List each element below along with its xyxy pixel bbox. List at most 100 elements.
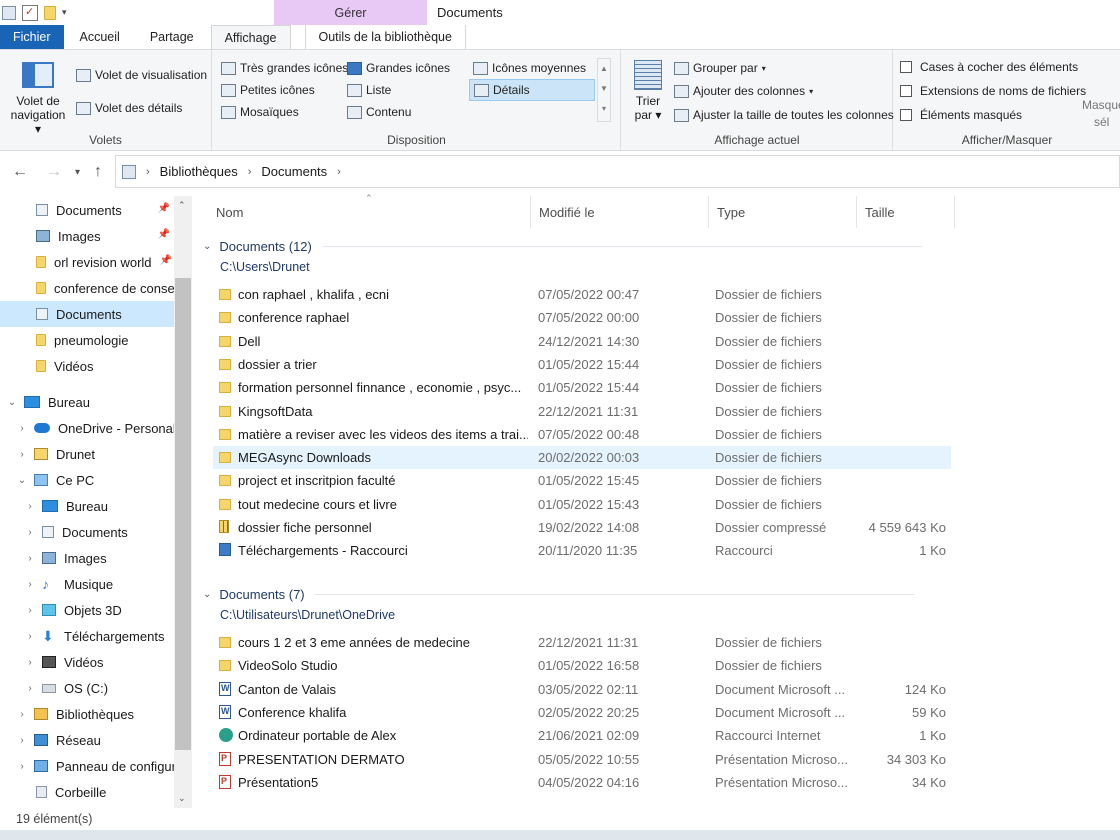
file-row[interactable]: tout medecine cours et livre 01/05/2022 1… bbox=[213, 493, 951, 516]
properties-icon[interactable]: ✓ bbox=[22, 4, 38, 21]
file-row[interactable]: cours 1 2 et 3 eme années de medecine 22/… bbox=[213, 631, 951, 654]
tree-pc-downloads[interactable]: › ⬇ Téléchargements bbox=[0, 623, 174, 649]
quick-access-documents-library[interactable]: Documents bbox=[0, 301, 174, 327]
file-row[interactable]: Téléchargements - Raccourci 20/11/2020 11… bbox=[213, 539, 951, 562]
scroll-up-icon[interactable]: ⌃ bbox=[178, 200, 186, 211]
chevron-right-icon[interactable]: › bbox=[337, 166, 341, 178]
navigation-pane-button[interactable]: Volet de navigation ▾ bbox=[8, 58, 68, 136]
scroll-down-icon[interactable]: ⌄ bbox=[178, 793, 186, 804]
tree-pc-videos[interactable]: › Vidéos bbox=[0, 649, 174, 675]
layout-small-icons[interactable]: Petites icônes bbox=[221, 83, 315, 97]
group-header[interactable]: ⌄ Documents (12) bbox=[203, 236, 922, 256]
layout-medium-icons[interactable]: Icônes moyennes bbox=[473, 61, 586, 75]
tree-pc-3d-objects[interactable]: › Objets 3D bbox=[0, 597, 174, 623]
pin-icon[interactable]: 📌 bbox=[158, 203, 170, 214]
chevron-right-icon[interactable]: › bbox=[24, 553, 36, 564]
address-bar[interactable]: › Bibliothèques › Documents › bbox=[115, 155, 1120, 188]
file-row[interactable]: formation personnel finnance , economie … bbox=[213, 376, 951, 399]
file-row[interactable]: Dell 24/12/2021 14:30 Dossier de fichiers bbox=[213, 330, 951, 353]
quick-access-orl[interactable]: orl revision world 📌 bbox=[0, 249, 174, 275]
quick-access-pneumologie[interactable]: pneumologie bbox=[0, 327, 174, 353]
quick-access-conference[interactable]: conference de conse bbox=[0, 275, 174, 301]
tree-pc-desktop[interactable]: › Bureau bbox=[0, 493, 174, 519]
file-row[interactable]: conference raphael 07/05/2022 00:00 Dossie… bbox=[213, 306, 951, 329]
file-row[interactable]: matière a reviser avec les videos des it… bbox=[213, 423, 951, 446]
new-folder-icon[interactable] bbox=[44, 5, 56, 20]
chevron-down-icon[interactable]: ⌄ bbox=[6, 397, 18, 408]
file-row[interactable]: Ordinateur portable de Alex 21/06/2021 02… bbox=[213, 724, 951, 747]
file-row[interactable]: con raphael , khalifa , ecni 07/05/2022 0… bbox=[213, 283, 951, 306]
hidden-items-toggle[interactable]: Éléments masqués bbox=[900, 108, 1022, 122]
chevron-right-icon[interactable]: › bbox=[16, 761, 28, 772]
tab-view[interactable]: Affichage bbox=[210, 25, 291, 49]
context-tab-manage[interactable]: Gérer bbox=[274, 0, 427, 25]
tree-control-panel[interactable]: › Panneau de configur bbox=[0, 753, 174, 779]
layout-tiles[interactable]: Mosaïques bbox=[221, 105, 299, 119]
layout-details[interactable]: Détails bbox=[469, 79, 595, 101]
layout-list[interactable]: Liste bbox=[347, 83, 391, 97]
column-header-modified[interactable]: Modifié le bbox=[531, 196, 709, 228]
chevron-down-icon[interactable]: ⌄ bbox=[203, 241, 211, 252]
chevron-right-icon[interactable]: › bbox=[16, 709, 28, 720]
layout-content[interactable]: Contenu bbox=[347, 105, 411, 119]
file-row[interactable]: W Canton de Valais 03/05/2022 02:11 Documen… bbox=[213, 678, 951, 701]
chevron-down-icon[interactable]: ⌄ bbox=[16, 475, 28, 486]
chevron-right-icon[interactable]: › bbox=[24, 605, 36, 616]
quick-access-documents[interactable]: Documents 📌 bbox=[0, 197, 174, 223]
file-row[interactable]: MEGAsync Downloads 20/02/2022 00:03 Dossie… bbox=[213, 446, 951, 469]
up-arrow-icon[interactable]: ↑ bbox=[94, 163, 102, 181]
chevron-right-icon[interactable]: › bbox=[24, 527, 36, 538]
file-extensions-toggle[interactable]: Extensions de noms de fichiers bbox=[900, 84, 1086, 98]
column-header-name[interactable]: Nom bbox=[208, 196, 531, 228]
checkbox[interactable] bbox=[900, 61, 912, 73]
chevron-right-icon[interactable]: › bbox=[24, 579, 36, 590]
pin-icon[interactable]: 📌 bbox=[160, 255, 172, 266]
chevron-right-icon[interactable]: › bbox=[16, 735, 28, 746]
fit-columns-button[interactable]: Ajuster la taille de toutes les colonnes bbox=[674, 108, 894, 122]
file-row[interactable]: P PRESENTATION DERMATO 05/05/2022 10:55 Pré… bbox=[213, 748, 951, 771]
tree-recycle-bin[interactable]: Corbeille bbox=[0, 779, 174, 805]
quick-access-videos[interactable]: Vidéos bbox=[0, 353, 174, 379]
explorer-icon[interactable] bbox=[2, 5, 16, 20]
forward-arrow-icon[interactable]: → bbox=[46, 163, 62, 181]
checkbox[interactable] bbox=[900, 109, 912, 121]
quick-access-images[interactable]: Images 📌 bbox=[0, 223, 174, 249]
tab-share[interactable]: Partage bbox=[136, 25, 211, 49]
chevron-right-icon[interactable]: › bbox=[248, 166, 252, 178]
chevron-down-icon[interactable]: ⌄ bbox=[203, 589, 211, 600]
sort-by-button[interactable]: Trier par ▾ bbox=[630, 58, 666, 122]
file-row[interactable]: VideoSolo Studio 01/05/2022 16:58 Dossier … bbox=[213, 654, 951, 677]
tree-pc-images[interactable]: › Images bbox=[0, 545, 174, 571]
chevron-right-icon[interactable]: › bbox=[24, 657, 36, 668]
file-row[interactable]: W Conference khalifa 02/05/2022 20:25 Docum… bbox=[213, 701, 951, 724]
back-arrow-icon[interactable]: ← bbox=[12, 163, 28, 181]
layout-scroll[interactable]: ▲ ▼ ▾ bbox=[597, 58, 611, 122]
nav-scrollbar-thumb[interactable] bbox=[175, 278, 191, 750]
tree-onedrive[interactable]: › OneDrive - Personal bbox=[0, 415, 174, 441]
tree-user[interactable]: › Drunet bbox=[0, 441, 174, 467]
preview-pane-button[interactable]: Volet de visualisation bbox=[76, 68, 207, 82]
recent-locations-icon[interactable]: ▾ bbox=[75, 167, 80, 178]
item-checkboxes-toggle[interactable]: Cases à cocher des éléments bbox=[900, 60, 1078, 74]
pin-icon[interactable]: 📌 bbox=[158, 229, 170, 240]
tree-pc-drive-c[interactable]: › OS (C:) bbox=[0, 675, 174, 701]
tree-pc-music[interactable]: › ♪ Musique bbox=[0, 571, 174, 597]
file-row[interactable]: project et inscritpion faculté 01/05/2022… bbox=[213, 469, 951, 492]
add-columns-button[interactable]: Ajouter des colonnes ▾ bbox=[674, 84, 813, 98]
column-header-type[interactable]: Type bbox=[709, 196, 857, 228]
file-row[interactable]: P Présentation5 04/05/2022 04:16 Présentati… bbox=[213, 771, 951, 794]
breadcrumb-documents[interactable]: Documents bbox=[261, 164, 327, 179]
column-header-size[interactable]: Taille bbox=[857, 196, 955, 228]
breadcrumb-libraries[interactable]: Bibliothèques bbox=[160, 164, 238, 179]
chevron-right-icon[interactable]: › bbox=[16, 449, 28, 460]
file-row[interactable]: KingsoftData 22/12/2021 11:31 Dossier de f… bbox=[213, 400, 951, 423]
tab-library-tools[interactable]: Outils de la bibliothèque bbox=[304, 25, 466, 49]
tree-this-pc[interactable]: ⌄ Ce PC bbox=[0, 467, 174, 493]
layout-extra-large-icons[interactable]: Très grandes icônes bbox=[221, 61, 348, 75]
chevron-right-icon[interactable]: › bbox=[24, 631, 36, 642]
tab-home[interactable]: Accueil bbox=[64, 25, 136, 49]
file-row[interactable]: dossier fiche personnel 19/02/2022 14:08 D… bbox=[213, 516, 951, 539]
group-header[interactable]: ⌄ Documents (7) bbox=[203, 584, 915, 604]
tree-desktop[interactable]: ⌄ Bureau bbox=[0, 389, 174, 415]
tree-pc-documents[interactable]: › Documents bbox=[0, 519, 174, 545]
